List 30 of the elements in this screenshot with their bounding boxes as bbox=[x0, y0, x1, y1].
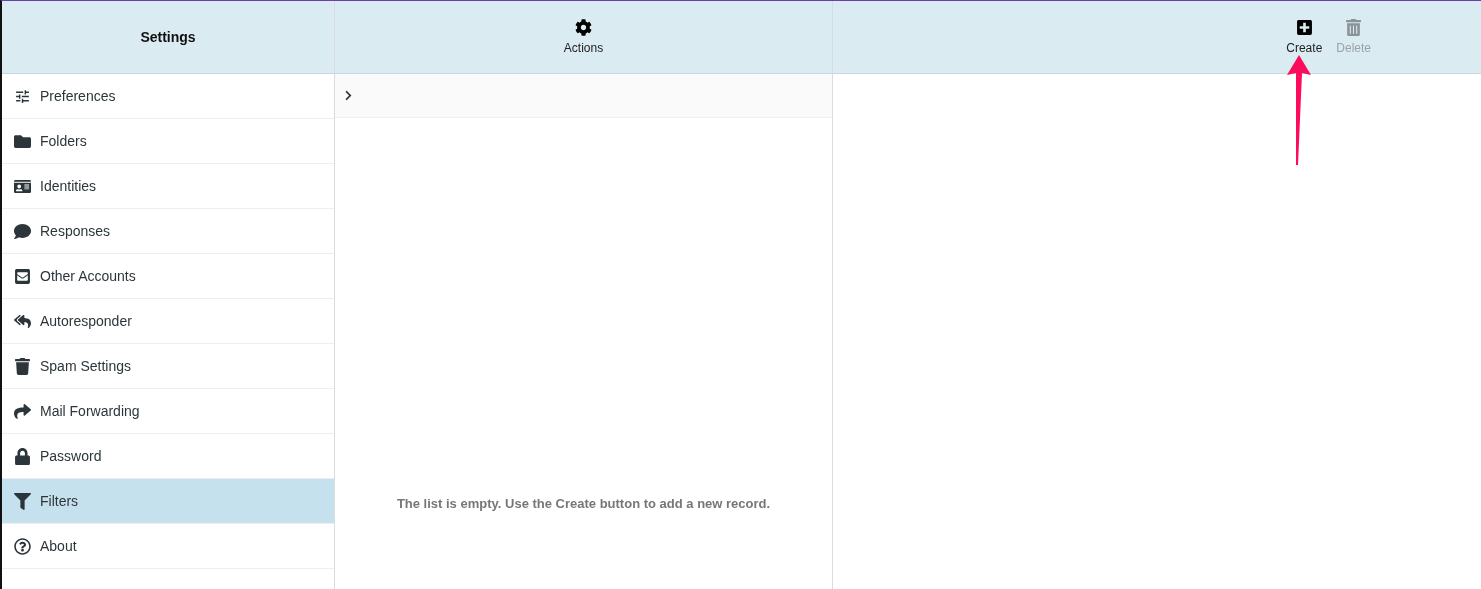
sidebar-item-label: Password bbox=[40, 448, 102, 464]
plus-icon bbox=[1295, 19, 1313, 36]
lock-icon bbox=[12, 447, 32, 465]
sidebar-item-label: Other Accounts bbox=[40, 268, 136, 284]
toolbar-button[interactable]: Create bbox=[1286, 19, 1323, 55]
id-card-icon bbox=[12, 177, 32, 195]
sidebar-title: Settings bbox=[140, 29, 196, 45]
share-arrow-icon bbox=[12, 402, 32, 420]
sidebar-item-label: Autoresponder bbox=[40, 313, 132, 329]
settings-icon bbox=[575, 19, 592, 36]
folder-icon bbox=[12, 132, 32, 150]
sidebar-item-label: Identities bbox=[40, 178, 97, 194]
speech-bubble-icon bbox=[12, 222, 32, 240]
toolbar-button[interactable]: Actions bbox=[563, 19, 604, 55]
sidebar-item-label: Mail Forwarding bbox=[40, 403, 140, 419]
sidebar-item-label: Spam Settings bbox=[40, 358, 132, 374]
chevron-right-icon[interactable] bbox=[343, 90, 354, 101]
trash-icon bbox=[1345, 19, 1363, 36]
sidebar-item-label: Folders bbox=[40, 133, 87, 149]
envelope-icon bbox=[12, 267, 32, 285]
sidebar-item-label: Preferences bbox=[40, 88, 116, 104]
trash-icon bbox=[12, 357, 32, 375]
question-icon bbox=[12, 537, 32, 555]
filter-icon bbox=[12, 492, 32, 510]
sidebar-item[interactable]: Filters bbox=[2, 479, 334, 524]
sidebar-item-label: Filters bbox=[40, 493, 79, 509]
sidebar-item-label: Responses bbox=[40, 223, 111, 239]
reply-all-icon bbox=[12, 312, 32, 330]
empty-list-message: The list is empty. Use the Create button to add a new record. bbox=[395, 495, 772, 513]
sidebar-item-label: About bbox=[40, 538, 77, 554]
